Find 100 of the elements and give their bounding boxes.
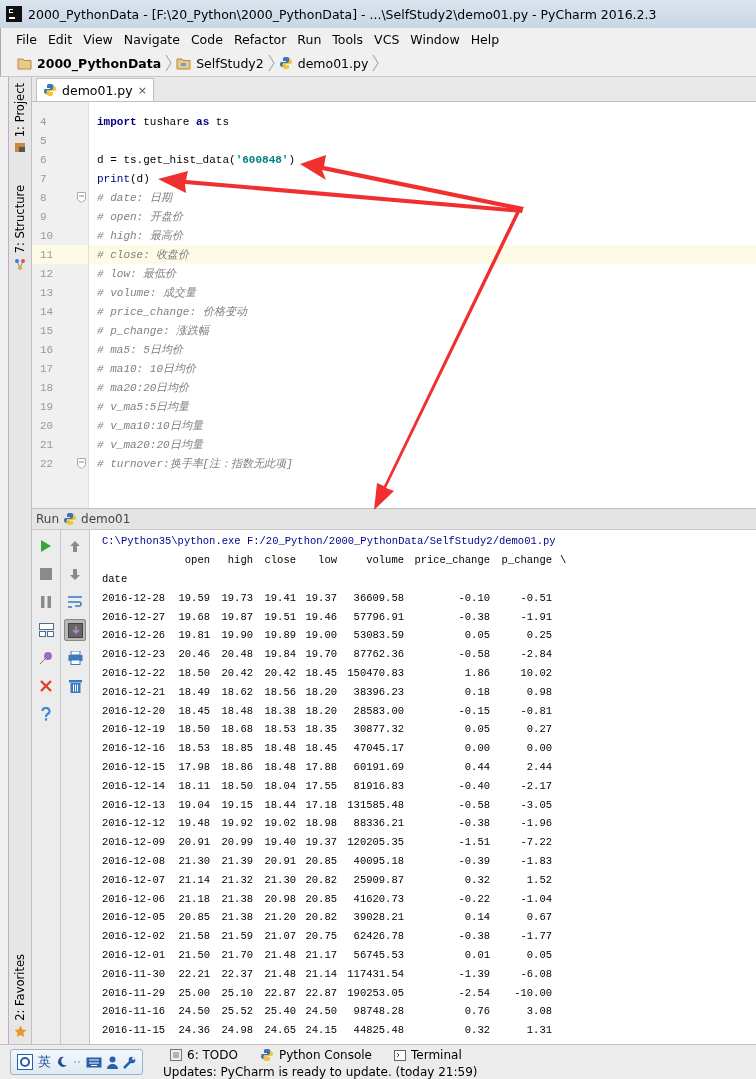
table-cell-text: 22.21 (177, 967, 210, 980)
table-cell-text: 21.18 (177, 892, 210, 905)
table-cell-text: -3.05 (519, 798, 552, 811)
fold-marker-icon[interactable] (77, 192, 86, 203)
table-cell-text: 20.85 (304, 892, 337, 905)
person-icon[interactable] (107, 1055, 118, 1069)
table-cell-text: 120205.35 (346, 836, 404, 849)
fold-marker-icon[interactable] (77, 458, 86, 469)
menu-item[interactable]: Edit (42, 31, 79, 47)
table-cell-text: 21.70 (220, 948, 253, 961)
table-cell-text: 0.27 (525, 723, 552, 736)
table-cell-text: 20.42 (220, 666, 253, 679)
table-cell-text: 0.01 (463, 948, 490, 961)
table-cell-text: 21.07 (263, 930, 296, 943)
table-cell-text: 21.32 (220, 873, 253, 886)
status-message: Updates: PyCharm is ready to update. (today 21:59) (163, 1065, 478, 1079)
tool-window-tab[interactable]: 6: TODO (170, 1048, 238, 1062)
trash-icon (68, 679, 82, 693)
table-cell-text: 2016-12-09 (102, 836, 166, 849)
tool-window-tab[interactable]: 2: Favorites (13, 954, 27, 1021)
menu-item[interactable]: View (78, 31, 119, 47)
dots-icon[interactable] (73, 1060, 81, 1064)
table-cell-text: 87762.36 (352, 648, 404, 661)
table-cell-text: 18.53 (177, 742, 210, 755)
table-cell-text: 0.00 (463, 742, 490, 755)
layout-icon (38, 623, 54, 637)
keyboard-icon[interactable] (86, 1056, 102, 1068)
table-cell-text: 0.44 (463, 760, 490, 773)
menu-item[interactable]: File (11, 31, 43, 47)
code-editor[interactable] (32, 102, 756, 508)
table-cell-text: 2016-11-15 (102, 1024, 166, 1037)
table-cell-text: 18.98 (304, 817, 337, 830)
table-cell-text: -0.39 (457, 854, 490, 867)
input-mode-toggle[interactable]: 英 (38, 1053, 51, 1071)
table-cell-text: 19.73 (220, 591, 253, 604)
table-cell-text: 2016-12-02 (102, 930, 166, 943)
menu-item[interactable]: Refactor (228, 31, 293, 47)
table-cell-text: 2016-12-08 (102, 854, 166, 867)
table-cell-text: 0.05 (463, 723, 490, 736)
table-cell-text: 0.00 (525, 742, 552, 755)
table-cell-text: 44825.48 (352, 1024, 404, 1037)
table-cell-text: 2016-12-27 (102, 610, 166, 623)
table-cell-text: 18.48 (263, 742, 296, 755)
table-cell-text: -0.22 (457, 892, 490, 905)
table-cell-text: -1.51 (457, 836, 490, 849)
table-cell-text: -0.58 (457, 648, 490, 661)
toolbar-button[interactable] (64, 619, 86, 641)
column-header: price_change (413, 554, 490, 567)
table-cell-text: -2.84 (519, 648, 552, 661)
table-cell-text: 38396.23 (352, 685, 404, 698)
run-config-name: demo01 (81, 512, 131, 526)
menu-item[interactable]: Run (292, 31, 328, 47)
menu-item[interactable]: VCS (369, 31, 406, 47)
table-cell-text: 21.39 (220, 854, 253, 867)
printer-icon (67, 651, 83, 665)
wrench-icon[interactable] (123, 1055, 136, 1069)
moon-icon[interactable] (56, 1056, 68, 1068)
table-cell-text: -0.51 (519, 591, 552, 604)
star-icon (13, 1025, 27, 1038)
editor-tab[interactable]: demo01.py × (36, 78, 154, 101)
table-cell-text: 17.55 (304, 779, 337, 792)
table-cell-text: 2016-12-28 (102, 591, 166, 604)
line-number: 7 (40, 172, 47, 185)
table-cell-text: 21.38 (220, 892, 253, 905)
close-icon[interactable]: × (137, 83, 147, 97)
breadcrumb[interactable]: demo01.py (278, 55, 369, 71)
logo-icon[interactable] (17, 1054, 33, 1070)
tool-window-tab[interactable]: Terminal (394, 1048, 462, 1062)
table-cell-text: 3.08 (525, 1005, 552, 1018)
table-cell-text: 19.81 (177, 629, 210, 642)
table-cell-text: 21.30 (177, 854, 210, 867)
table-cell-text: 25.40 (263, 1005, 296, 1018)
table-cell-text: 20.99 (220, 836, 253, 849)
table-cell-text: 1.31 (525, 1024, 552, 1037)
tool-window-tab[interactable]: 7: Structure (13, 185, 27, 254)
menu-item[interactable]: Window (405, 31, 466, 47)
table-cell-text: 20.82 (304, 873, 337, 886)
table-cell-text: 21.20 (263, 911, 296, 924)
table-cell-text: 18.45 (177, 704, 210, 717)
help-icon (41, 707, 51, 721)
line-number: 20 (40, 419, 54, 432)
table-cell-text: 20.42 (263, 666, 296, 679)
tool-window-tab[interactable]: 1: Project (13, 83, 27, 138)
menu-item[interactable]: Help (465, 31, 506, 47)
table-cell-text: 2016-12-22 (102, 666, 166, 679)
table-cell-text: 18.20 (304, 685, 337, 698)
table-cell-text: 2016-11-16 (102, 1005, 166, 1018)
tool-window-tab[interactable]: Python Console (259, 1048, 372, 1062)
menu-item[interactable]: Tools (327, 31, 370, 47)
menu-item[interactable]: Navigate (118, 31, 186, 47)
table-cell-text: -0.81 (519, 704, 552, 717)
code-line: import tushare as ts (97, 115, 230, 128)
breadcrumb[interactable]: 2000_PythonData (17, 55, 162, 71)
table-cell-text: 18.45 (304, 742, 337, 755)
menu-item[interactable]: Code (185, 31, 229, 47)
table-cell-text: 21.14 (177, 873, 210, 886)
column-header: volume (365, 554, 404, 567)
table-cell-text: 25.00 (177, 986, 210, 999)
breadcrumb[interactable]: SelfStudy2 (176, 55, 264, 71)
table-cell-text: 25.52 (220, 1005, 253, 1018)
